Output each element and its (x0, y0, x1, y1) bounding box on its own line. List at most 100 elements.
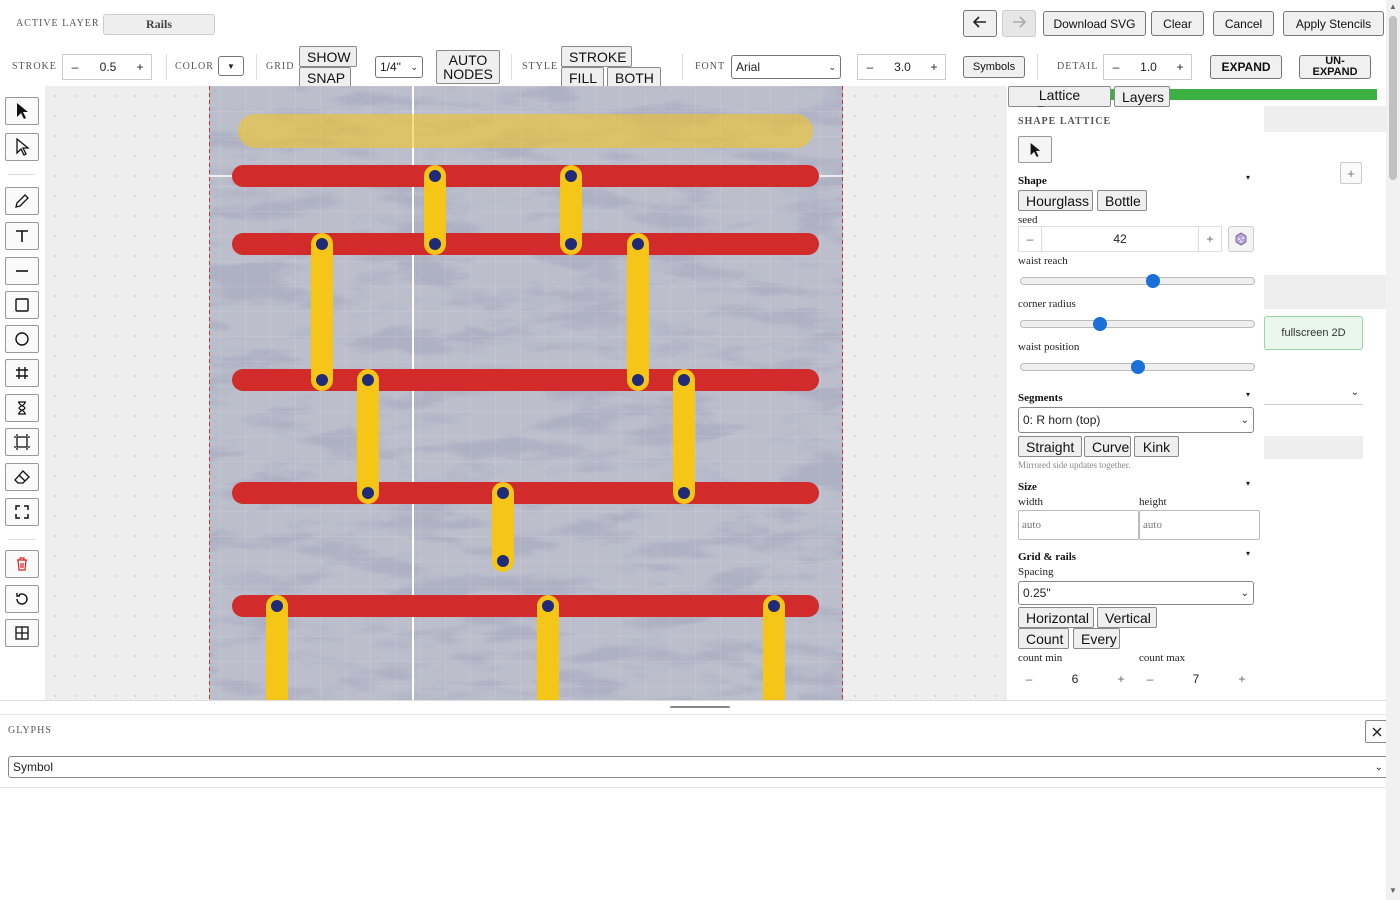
tab-lattice-pattern[interactable]: Lattice Pattern (1008, 86, 1111, 119)
scrollbar-thumb[interactable] (1389, 16, 1397, 180)
canvas-svg[interactable] (45, 86, 1007, 700)
node-2-1[interactable] (565, 170, 577, 182)
layout-tool[interactable] (5, 619, 39, 647)
font-size-stepper[interactable]: – 3.0 + (857, 54, 946, 80)
grid-tool[interactable] (5, 359, 39, 387)
hourglass-tool[interactable] (5, 394, 39, 422)
detail-stepper[interactable]: – 1.0 + (1103, 54, 1192, 80)
collapse-icon[interactable]: ▾ (1246, 549, 1250, 558)
line-tool[interactable] (5, 257, 39, 285)
node-4-2[interactable] (632, 374, 644, 386)
glyph-set-select[interactable]: Symbol ⌄ (8, 756, 1388, 778)
stroke-stepper[interactable]: – 0.5 + (62, 54, 152, 80)
seed-plus[interactable]: + (1199, 232, 1221, 246)
node-3-1[interactable] (316, 238, 328, 250)
randomize-seed-button[interactable] (1228, 226, 1254, 252)
hourglass-button[interactable]: Hourglass (1018, 190, 1093, 211)
pen-tool[interactable] (5, 187, 39, 215)
collapse-icon[interactable]: ▾ (1246, 390, 1250, 399)
node-4-1[interactable] (632, 238, 644, 250)
direct-select-tool[interactable] (5, 133, 39, 161)
width-input[interactable] (1018, 510, 1139, 540)
collapse-icon[interactable]: ▾ (1246, 173, 1250, 182)
node-1-1[interactable] (429, 170, 441, 182)
cancel-button[interactable]: Cancel (1213, 11, 1274, 36)
detail-minus[interactable]: – (1104, 60, 1128, 74)
count-min-minus[interactable]: – (1018, 672, 1040, 686)
collapse-icon[interactable]: ▾ (1246, 479, 1250, 488)
count-button[interactable]: Count (1018, 628, 1069, 649)
grid-show-button[interactable]: SHOW (299, 46, 357, 67)
auto-nodes-button[interactable]: AUTO NODES (436, 50, 500, 84)
horizontal-button[interactable]: Horizontal (1018, 607, 1094, 628)
spacing-select[interactable]: 0.25" ⌄ (1018, 581, 1254, 605)
style-stroke-button[interactable]: STROKE (561, 46, 632, 67)
expand-button[interactable]: EXPAND (1210, 55, 1282, 79)
fullscreen-2d-button[interactable]: fullscreen 2D (1264, 316, 1363, 350)
reset-tool[interactable] (5, 585, 39, 613)
node-10-1[interactable] (768, 600, 780, 612)
delete-tool[interactable] (5, 550, 39, 578)
fit-view-tool[interactable] (5, 498, 39, 526)
stroke-plus[interactable]: + (129, 60, 151, 74)
font-select[interactable]: Arial ⌄ (731, 55, 841, 79)
active-layer-value[interactable]: Rails (103, 14, 215, 35)
curve-button[interactable]: Curve (1084, 436, 1131, 457)
symbols-button[interactable]: Symbols (963, 56, 1025, 78)
apply-stencils-button[interactable]: Apply Stencils (1283, 11, 1384, 36)
stroke-value[interactable]: 0.5 (87, 60, 129, 74)
node-7-1[interactable] (497, 487, 509, 499)
count-min-stepper[interactable]: – 6 + (1018, 666, 1134, 692)
selected-rail-highlight[interactable] (238, 114, 813, 148)
count-max-plus[interactable]: + (1231, 672, 1253, 686)
font-size-minus[interactable]: – (858, 60, 882, 74)
waist-reach-slider[interactable] (1020, 274, 1255, 288)
eraser-tool[interactable] (5, 463, 39, 491)
grid-snap-button[interactable]: SNAP (299, 67, 351, 88)
corner-radius-slider[interactable] (1020, 317, 1255, 331)
detail-plus[interactable]: + (1169, 60, 1191, 74)
scroll-up-icon[interactable]: ▲ (1389, 2, 1397, 11)
slider-thumb[interactable] (1130, 360, 1145, 374)
node-5-2[interactable] (362, 487, 374, 499)
count-min-value[interactable]: 6 (1040, 672, 1110, 686)
node-7-2[interactable] (497, 555, 509, 567)
page-scrollbar[interactable]: ▲ ▼ (1386, 0, 1400, 900)
undo-button[interactable] (963, 10, 997, 37)
redo-button[interactable] (1002, 10, 1036, 37)
slider-thumb[interactable] (1145, 274, 1160, 288)
count-min-plus[interactable]: + (1110, 672, 1132, 686)
download-svg-button[interactable]: Download SVG (1043, 11, 1146, 36)
slider-thumb[interactable] (1093, 317, 1108, 331)
node-6-1[interactable] (678, 374, 690, 386)
font-size-plus[interactable]: + (923, 60, 945, 74)
bottle-button[interactable]: Bottle (1097, 190, 1147, 211)
count-max-stepper[interactable]: – 7 + (1139, 666, 1255, 692)
resize-handle[interactable] (670, 706, 730, 708)
every-button[interactable]: Every (1073, 628, 1120, 649)
node-6-2[interactable] (678, 487, 690, 499)
scroll-down-icon[interactable]: ▼ (1389, 886, 1397, 895)
font-size-value[interactable]: 3.0 (882, 60, 923, 74)
kink-button[interactable]: Kink (1134, 436, 1179, 457)
behind-select[interactable]: ⌄ (1264, 381, 1363, 405)
node-8-1[interactable] (271, 600, 283, 612)
drawing-canvas[interactable] (45, 86, 1007, 700)
node-2-2[interactable] (565, 238, 577, 250)
vertical-button[interactable]: Vertical (1097, 607, 1157, 628)
rectangle-tool[interactable] (5, 291, 39, 319)
height-input[interactable] (1139, 510, 1260, 540)
detail-value[interactable]: 1.0 (1128, 60, 1169, 74)
ellipse-tool[interactable] (5, 325, 39, 353)
straight-button[interactable]: Straight (1018, 436, 1082, 457)
clear-button[interactable]: Clear (1151, 11, 1204, 36)
seed-minus[interactable]: – (1019, 232, 1041, 246)
grid-size-select[interactable]: 1/4" ⌄ (375, 56, 423, 78)
count-max-minus[interactable]: – (1139, 672, 1161, 686)
style-both-button[interactable]: BOTH (607, 67, 661, 88)
seed-value[interactable]: 42 (1041, 227, 1199, 251)
frame-tool[interactable] (5, 428, 39, 456)
add-button[interactable]: + (1340, 162, 1362, 184)
text-tool[interactable] (5, 222, 39, 250)
style-fill-button[interactable]: FILL (561, 67, 604, 88)
